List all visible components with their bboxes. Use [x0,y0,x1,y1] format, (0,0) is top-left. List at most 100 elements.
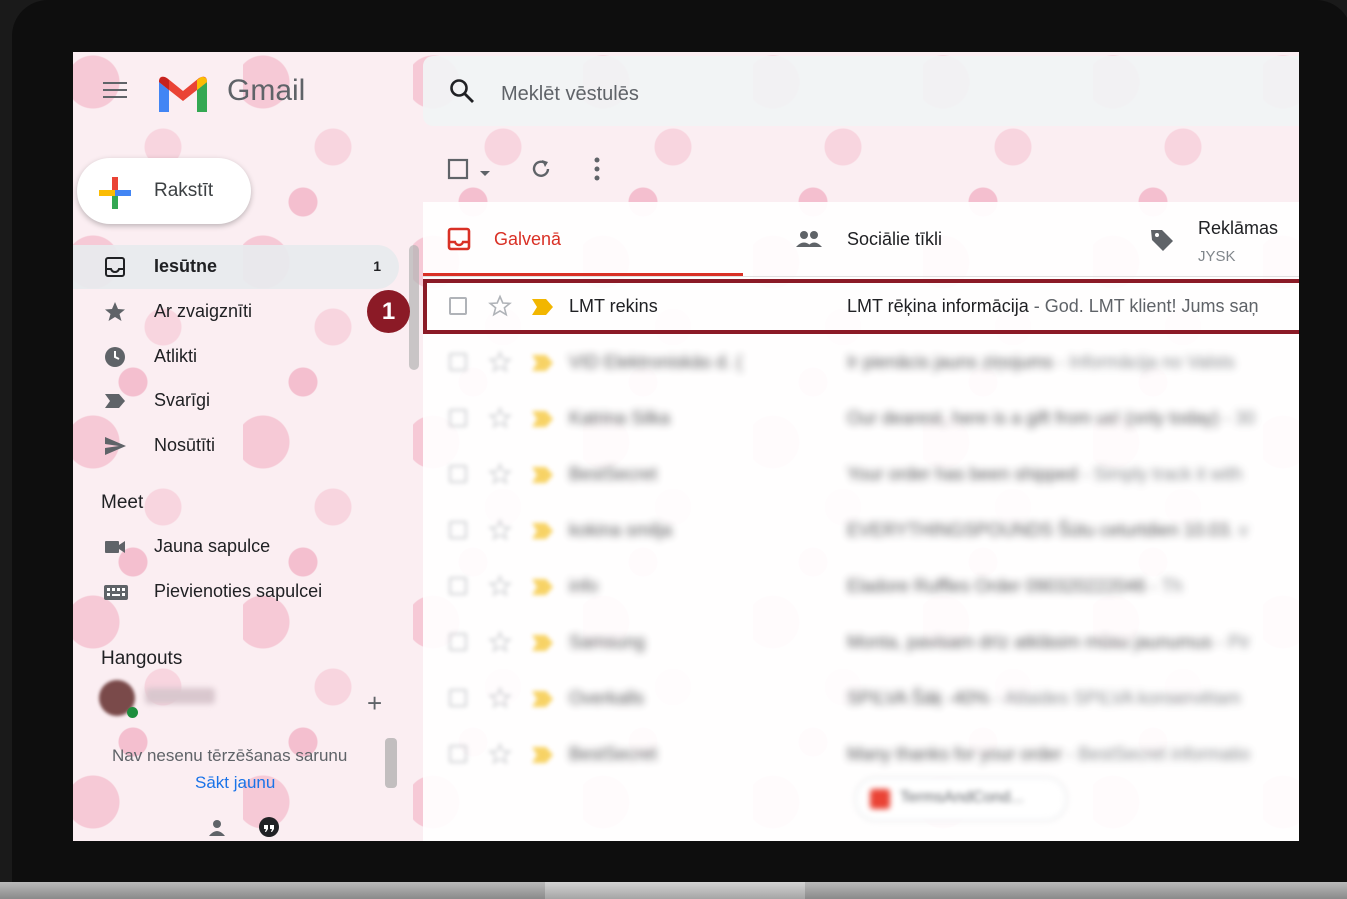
people-icon [795,227,823,256]
online-status-icon [127,707,138,718]
more-options-icon[interactable] [593,156,601,187]
email-subject: SPILVA Šāķ -40% - Atlaides SPILVA konser… [847,688,1241,709]
sidebar-item-label: Iesūtne [154,256,218,276]
email-subject-text: Ir pienācis jauns ziņojums [847,352,1054,372]
email-row[interactable]: BestSecret Your order has been shipped -… [423,447,1299,502]
important-icon [103,389,127,413]
send-icon [103,434,127,458]
email-row-lmt[interactable]: LMT rekins LMT rēķina informācija - God.… [423,279,1299,334]
sidebar-item-label: Atlikti [154,346,198,366]
important-marker-icon[interactable] [531,578,555,601]
important-marker-icon[interactable] [531,298,555,321]
sidebar-scrollbar[interactable] [409,245,419,370]
chevron-down-icon[interactable] [479,165,491,183]
row-checkbox[interactable] [449,689,467,707]
email-sender: BestSecret [569,744,658,764]
star-outline-icon[interactable] [488,462,512,491]
important-marker-icon[interactable] [531,466,555,489]
star-outline-icon[interactable] [488,294,512,323]
email-sender: BestSecret [569,464,658,484]
row-checkbox[interactable] [449,297,467,315]
refresh-icon[interactable] [529,157,553,186]
tab-promotions[interactable]: Reklāmas JYSK [1147,202,1299,276]
tab-label: Galvenā [494,229,562,249]
email-row[interactable]: Samsung Monta, pavisam drīz atklāsim mūs… [423,615,1299,670]
email-row[interactable]: Overkalls SPILVA Šāķ -40% - Atlaides SPI… [423,671,1299,726]
tab-social[interactable]: Sociālie tīkli [795,202,1095,276]
sidebar-item-snoozed[interactable]: Atlikti [73,335,399,379]
star-outline-icon[interactable] [488,350,512,379]
sidebar-item-inbox[interactable]: Iesūtne 1 [73,245,399,289]
email-subject: Monta, pavisam drīz atklāsim mūsu jaunum… [847,632,1250,653]
attachment-chip[interactable]: TermsAndCond... [855,777,1067,821]
email-row[interactable]: BestSecret Many thanks for your order - … [423,727,1299,782]
step-number-badge: 1 [367,290,410,333]
meet-join-meeting[interactable]: Pievienoties sapulcei [73,570,399,614]
search-input[interactable]: Meklēt vēstulēs [501,83,639,106]
important-marker-icon[interactable] [531,690,555,713]
email-subject: Your order has been shipped - Simply tra… [847,464,1243,485]
email-snippet: - Simply track it with [1077,464,1243,484]
hangouts-chat-icon[interactable] [257,816,281,841]
new-chat-plus-icon[interactable]: + [367,688,382,719]
row-checkbox[interactable] [449,409,467,427]
email-snippet: - Pir [1212,632,1251,652]
star-outline-icon[interactable] [488,686,512,715]
hangouts-scrollbar[interactable] [385,738,397,788]
star-outline-icon[interactable] [488,574,512,603]
email-subject-text: Monta, pavisam drīz atklāsim mūsu jaunum… [847,632,1213,652]
row-checkbox[interactable] [449,633,467,651]
star-outline-icon[interactable] [488,518,512,547]
row-checkbox[interactable] [449,745,467,763]
email-row[interactable]: info Eladore Ruffles Order 090320222046 … [423,559,1299,614]
hangouts-bottom-bar [73,812,421,841]
meet-item-label: Jauna sapulce [154,536,271,556]
email-sender: info [569,576,599,596]
search-bar[interactable]: Meklēt vēstulēs [423,56,1299,126]
email-sender: VID Elektroniskās d. ( [569,352,743,372]
person-icon[interactable] [207,818,227,841]
important-marker-icon[interactable] [531,746,555,769]
start-new-chat-link[interactable]: Sākt jaunu [195,773,275,793]
tab-primary[interactable]: Galvenā [423,202,753,276]
email-row[interactable]: VID Elektroniskās d. ( Ir pienācis jauns… [423,335,1299,390]
compose-button[interactable]: Rakstīt [77,158,251,224]
star-icon [103,300,127,324]
pdf-file-icon [870,789,890,809]
sidebar-item-starred[interactable]: Ar zvaigznīti [73,290,399,334]
email-row[interactable]: Katrina Silka Our dearest, here is a gif… [423,391,1299,446]
important-marker-icon[interactable] [531,410,555,433]
compose-label: Rakstīt [154,180,214,201]
star-outline-icon[interactable] [488,742,512,771]
sidebar-item-important[interactable]: Svarīgi [73,379,399,423]
email-row[interactable]: kokina smilja EVERYTHINGSPOUNDS Šūtu cet… [423,503,1299,558]
email-sender: Katrina Silka [569,408,671,428]
email-snippet: v [1233,520,1248,540]
row-checkbox[interactable] [449,353,467,371]
inbox-tab-icon [447,227,471,256]
email-subject-text: Eladore Ruffles Order 090320222046 [847,576,1146,596]
sidebar: Gmail Rakstīt Iesūtne 1 Ar zvaigznīti At… [73,52,421,841]
gmail-logo-icon[interactable] [157,74,209,119]
email-subject: LMT rēķina informācija - God. LMT klient… [847,296,1258,317]
row-checkbox[interactable] [449,577,467,595]
tab-label: Reklāmas [1198,218,1279,238]
tab-sublabel: JYSK [1198,248,1236,265]
mail-list: Galvenā Sociālie tīkli Reklāmas JYSK LMT… [423,202,1299,841]
sidebar-item-sent[interactable]: Nosūtīti [73,424,399,468]
important-marker-icon[interactable] [531,522,555,545]
main-menu-icon[interactable] [103,82,127,100]
attachment-name: TermsAndCond... [900,789,1024,806]
mail-toolbar [423,148,723,188]
select-all-checkbox[interactable] [447,158,469,185]
row-checkbox[interactable] [449,521,467,539]
star-outline-icon[interactable] [488,406,512,435]
star-outline-icon[interactable] [488,630,512,659]
meet-new-meeting[interactable]: Jauna sapulce [73,525,399,569]
important-marker-icon[interactable] [531,634,555,657]
email-sender: Samsung [569,632,646,652]
row-checkbox[interactable] [449,465,467,483]
search-icon[interactable] [449,78,475,109]
important-marker-icon[interactable] [531,354,555,377]
email-subject: EVERYTHINGSPOUNDS Šūtu ceturtdien 10.03.… [847,520,1248,541]
